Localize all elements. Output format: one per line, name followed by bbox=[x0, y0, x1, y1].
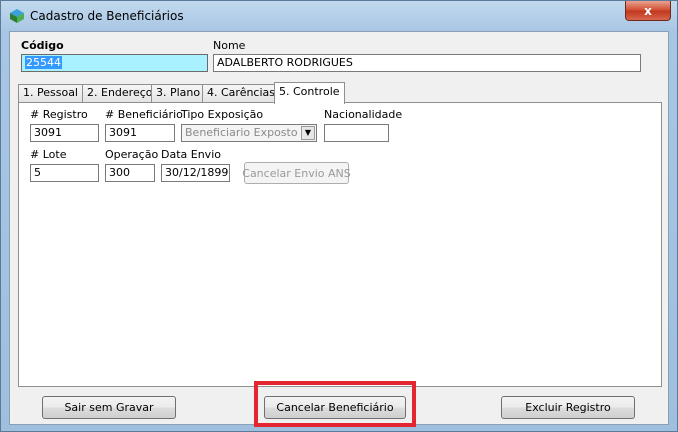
tipo-exposicao-value: Beneficiario Exposto bbox=[185, 126, 298, 139]
tipo-exposicao-label: Tipo Exposição bbox=[181, 108, 264, 121]
lote-field[interactable]: 5 bbox=[30, 164, 99, 182]
tab-carencias[interactable]: 4. Carências bbox=[202, 84, 281, 102]
tab-controle[interactable]: 5. Controle bbox=[274, 82, 345, 104]
nacionalidade-field[interactable] bbox=[324, 124, 389, 142]
cancelar-envio-ans-button[interactable]: Cancelar Envio ANS bbox=[242, 162, 351, 184]
form-body: Código 25544 Nome ADALBERTO RODRIGUES 1.… bbox=[9, 31, 669, 427]
data-envio-field[interactable]: 30/12/1899 bbox=[161, 164, 230, 182]
lote-label: # Lote bbox=[30, 148, 67, 161]
nacionalidade-label: Nacionalidade bbox=[324, 108, 403, 121]
operacao-label: Operação bbox=[105, 148, 159, 161]
chevron-down-icon[interactable]: ▼ bbox=[301, 126, 315, 140]
window-title: Cadastro de Beneficiários bbox=[30, 9, 184, 23]
operacao-field[interactable]: 300 bbox=[105, 164, 155, 182]
excluir-registro-button[interactable]: Excluir Registro bbox=[501, 396, 635, 419]
tab-pessoal[interactable]: 1. Pessoal bbox=[18, 84, 83, 102]
codigo-value: 25544 bbox=[25, 56, 62, 69]
registro-label: # Registro bbox=[30, 108, 88, 121]
nome-label: Nome bbox=[213, 39, 246, 52]
beneficiario-label: # Beneficiário bbox=[105, 108, 183, 121]
app-window: Cadastro de Beneficiários x Código 25544… bbox=[0, 0, 678, 432]
tab-endereco[interactable]: 2. Endereço bbox=[82, 84, 158, 102]
tab-plano[interactable]: 3. Plano bbox=[151, 84, 206, 102]
nome-field[interactable]: ADALBERTO RODRIGUES bbox=[213, 54, 641, 72]
registro-field[interactable]: 3091 bbox=[30, 124, 99, 142]
close-button[interactable]: x bbox=[625, 1, 671, 21]
sair-sem-gravar-button[interactable]: Sair sem Gravar bbox=[42, 396, 176, 419]
close-icon: x bbox=[644, 3, 652, 18]
controle-panel: # Registro 3091 # Beneficiário 3091 Tipo… bbox=[18, 102, 662, 387]
beneficiario-field[interactable]: 3091 bbox=[105, 124, 175, 142]
data-envio-label: Data Envio bbox=[161, 148, 221, 161]
codigo-field[interactable]: 25544 bbox=[21, 54, 208, 72]
highlight-box bbox=[254, 381, 416, 427]
codigo-label: Código bbox=[21, 39, 64, 52]
title-bar: Cadastro de Beneficiários x bbox=[1, 1, 677, 31]
app-icon bbox=[10, 9, 24, 23]
tipo-exposicao-select[interactable]: Beneficiario Exposto ▼ bbox=[181, 124, 317, 142]
